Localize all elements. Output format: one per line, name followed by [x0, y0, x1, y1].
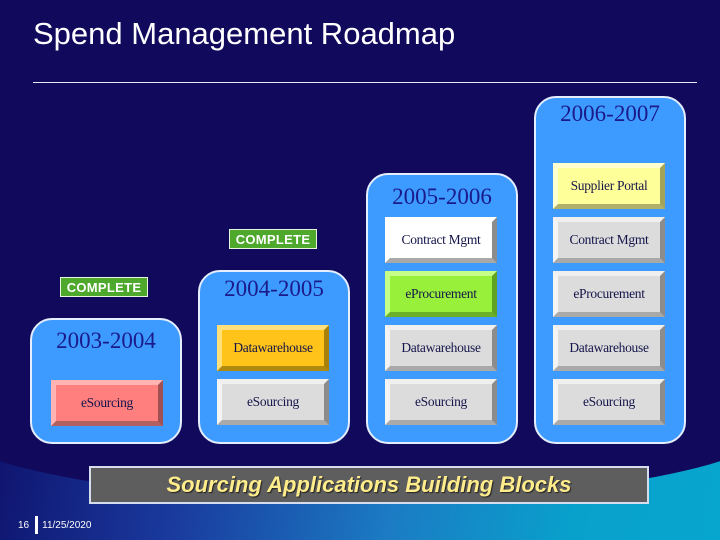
block-eprocurement: eProcurement	[385, 271, 497, 317]
column-year: 2005-2006	[392, 184, 492, 209]
column-year: 2003-2004	[56, 328, 156, 353]
status-badge-2003-2004: COMPLETE	[60, 277, 148, 297]
block-esourcing: eSourcing	[51, 380, 163, 426]
slide-title: Spend Management Roadmap	[33, 16, 456, 51]
block-esourcing: eSourcing	[217, 379, 329, 425]
footer-date: 11/25/2020	[42, 519, 92, 531]
block-contract-mgmt: Contract Mgmt	[553, 217, 665, 263]
slide-footer: 16 11/25/2020	[18, 516, 91, 534]
block-datawarehouse: Datawarehouse	[385, 325, 497, 371]
page-number: 16	[18, 519, 30, 531]
roadmap-column-2003-2004: 2003-2004 eSourcing	[30, 318, 182, 444]
column-year: 2004-2005	[224, 276, 324, 301]
block-contract-mgmt: Contract Mgmt	[385, 217, 497, 263]
roadmap-column-2006-2007: 2006-2007 Supplier Portal Contract Mgmt …	[534, 96, 686, 444]
block-datawarehouse: Datawarehouse	[217, 325, 329, 371]
block-supplier-portal: Supplier Portal	[553, 163, 665, 209]
footer-divider	[35, 516, 39, 534]
block-esourcing: eSourcing	[553, 379, 665, 425]
block-esourcing: eSourcing	[385, 379, 497, 425]
column-year: 2006-2007	[560, 101, 660, 126]
roadmap-column-2005-2006: 2005-2006 Contract Mgmt eProcurement Dat…	[366, 173, 518, 444]
block-datawarehouse: Datawarehouse	[553, 325, 665, 371]
title-divider	[33, 82, 697, 83]
building-blocks-banner: Sourcing Applications Building Blocks	[89, 466, 649, 504]
roadmap-column-2004-2005: 2004-2005 Datawarehouse eSourcing	[198, 270, 350, 444]
status-badge-2004-2005: COMPLETE	[229, 229, 317, 249]
block-eprocurement: eProcurement	[553, 271, 665, 317]
